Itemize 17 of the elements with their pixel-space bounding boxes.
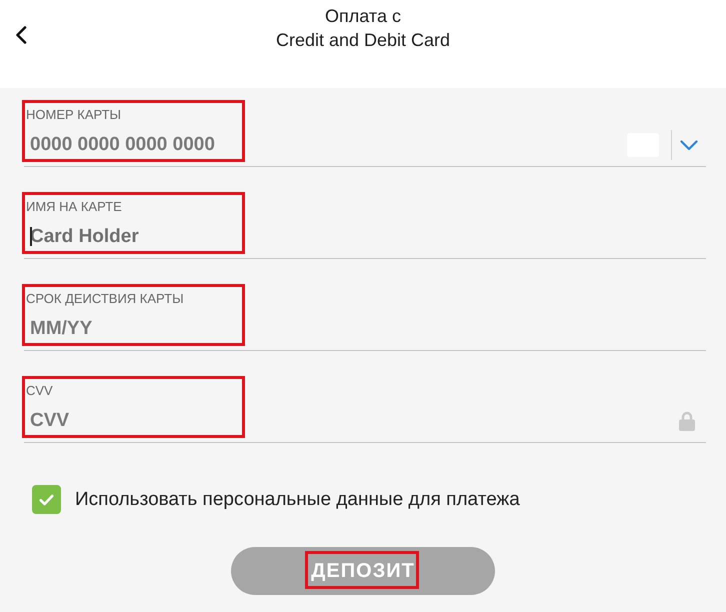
field-label: НОМЕР КАРТЫ: [26, 107, 122, 123]
field-label: CVV: [26, 383, 53, 399]
input-field[interactable]: MM/YY: [26, 317, 226, 341]
input-field[interactable]: 0000 0000 0000 0000: [26, 133, 226, 157]
field-label: ИМЯ НА КАРТЕ: [26, 199, 122, 215]
card-type-dropdown[interactable]: [680, 140, 698, 150]
lock-icon: [679, 411, 695, 431]
chevron-down-icon: [680, 140, 698, 150]
checkbox[interactable]: [32, 485, 61, 514]
back-chevron-icon: [15, 26, 27, 44]
field-label: СРОК ДЕИСТВИЯ КАРТЫ: [26, 291, 184, 307]
checkbox-label: Использовать персональные данные для платежа: [75, 488, 520, 510]
input-field[interactable]: CVV: [26, 409, 226, 433]
page-title: Оплата с: [325, 5, 401, 28]
checkmark-icon: [39, 494, 54, 506]
page-subtitle: Credit and Debit Card: [276, 29, 450, 52]
input-field[interactable]: Card Holder: [26, 225, 226, 249]
